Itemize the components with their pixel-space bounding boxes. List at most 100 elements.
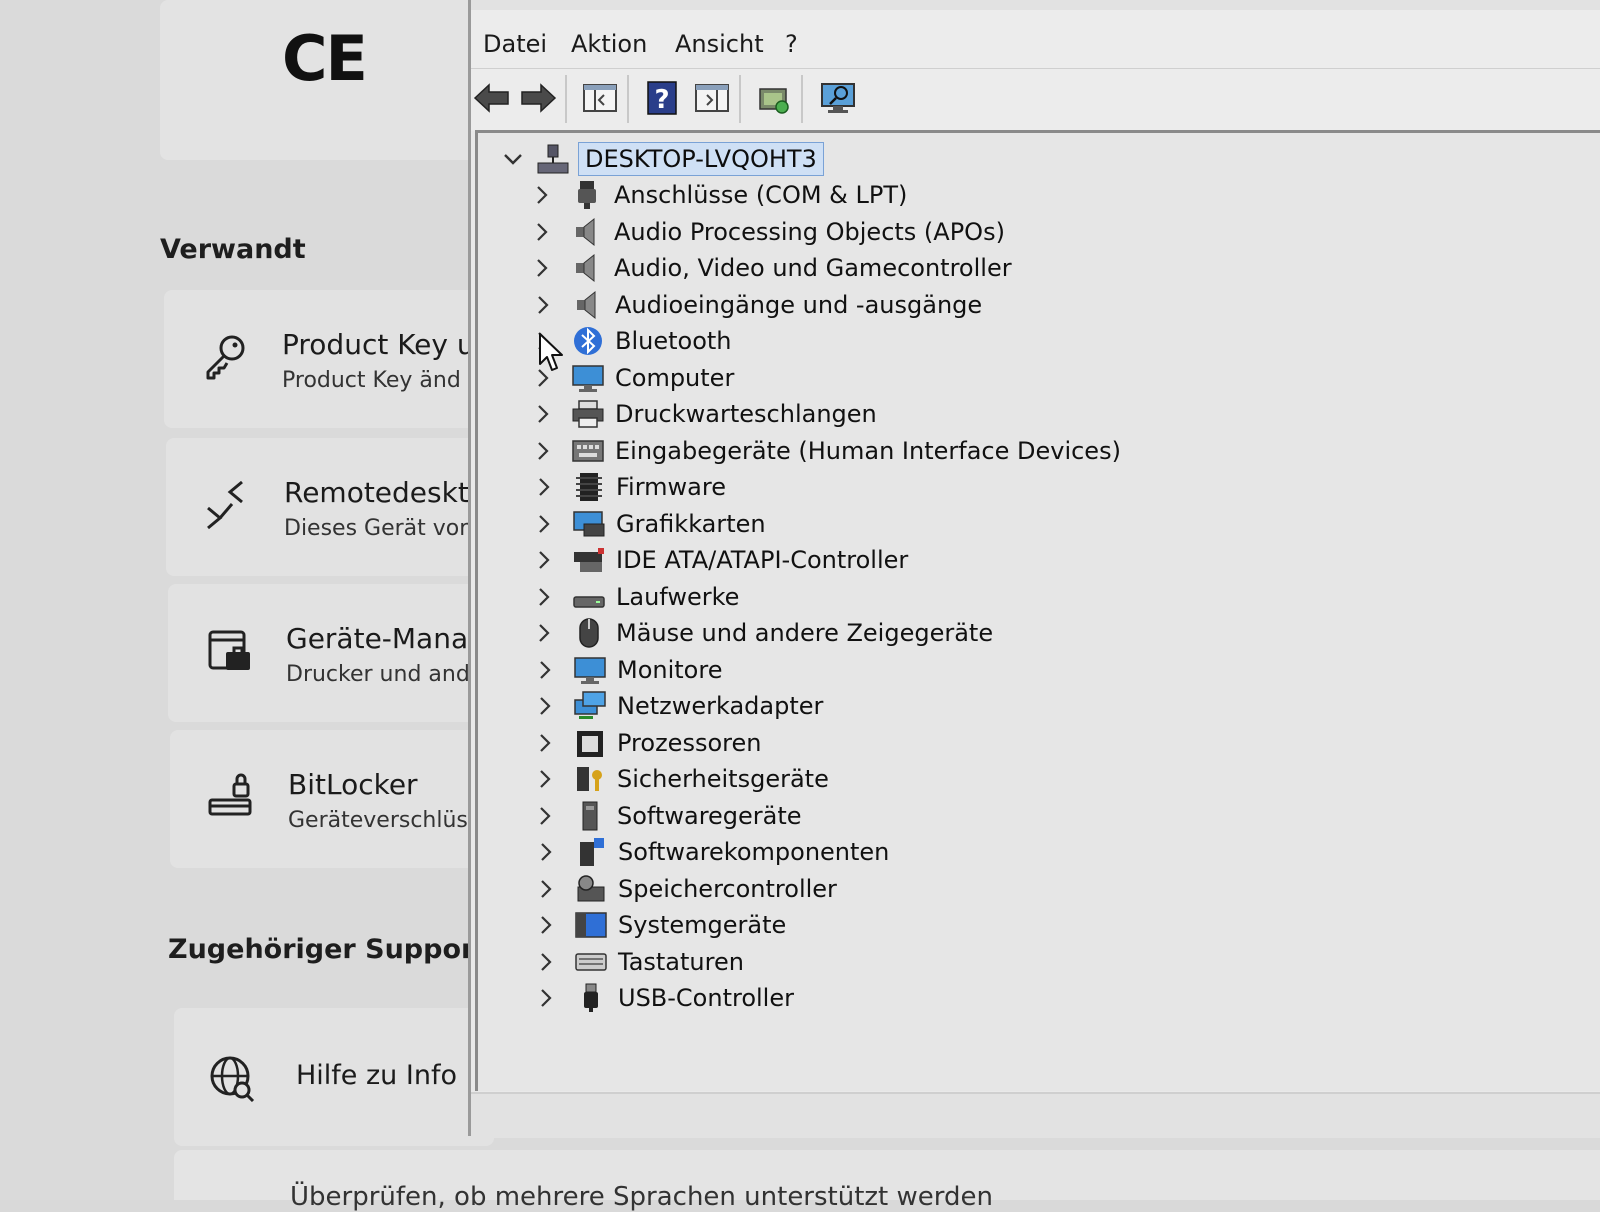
bluetooth-icon (571, 325, 605, 357)
tree-node-label: Monitore (617, 656, 723, 684)
window-titlebar[interactable] (471, 0, 1600, 10)
tree-node-mouse[interactable]: Mäuse und andere Zeigegeräte (532, 615, 993, 651)
forward-button[interactable] (517, 77, 559, 119)
tree-node-label: Netzwerkadapter (617, 692, 824, 720)
chevron-right-icon[interactable] (532, 545, 556, 575)
tree-node-security-device[interactable]: Sicherheitsgeräte (533, 761, 829, 797)
device-tree-pane: DESKTOP-LVQOHT3 Anschlüsse (COM & LPT) Au… (475, 130, 1600, 1091)
scan-hardware-button[interactable] (817, 77, 859, 119)
key-icon (206, 335, 245, 380)
tree-node-speaker[interactable]: Audio, Video und Gamecontroller (530, 250, 1012, 286)
tree-node-display-adapter[interactable]: Grafikkarten (532, 506, 766, 542)
tree-node-label: Mäuse und andere Zeigegeräte (616, 619, 994, 647)
tree-node-ide-controller[interactable]: IDE ATA/ATAPI-Controller (532, 542, 908, 578)
support-section-title: Zugehöriger Support (168, 934, 488, 965)
chevron-right-icon[interactable] (530, 217, 554, 247)
chevron-right-icon[interactable] (530, 180, 554, 210)
drive-icon (572, 581, 606, 613)
chevron-right-icon[interactable] (534, 910, 558, 940)
tree-root-label[interactable]: DESKTOP-LVQOHT3 (578, 142, 824, 176)
chevron-right-icon[interactable] (532, 618, 556, 648)
tree-node-speaker[interactable]: Audio Processing Objects (APOs) (530, 214, 1005, 250)
svg-text:?: ? (654, 85, 669, 115)
display-adapter-icon (572, 508, 606, 540)
device-manager-card[interactable]: Geräte-Manag Drucker und and (168, 584, 488, 722)
tree-node-usb[interactable]: USB-Controller (534, 980, 794, 1016)
chevron-right-icon[interactable] (532, 582, 556, 612)
help-button[interactable]: ? (641, 77, 683, 119)
chevron-right-icon[interactable] (533, 691, 557, 721)
security-device-icon (573, 763, 607, 795)
chevron-down-icon[interactable] (500, 146, 526, 172)
chevron-right-icon[interactable] (533, 801, 557, 831)
menu-bar: Datei Aktion Ansicht ? (471, 10, 1600, 68)
chevron-right-icon[interactable] (531, 399, 555, 429)
status-bar (471, 1092, 1600, 1138)
update-driver-button[interactable] (753, 77, 795, 119)
tree-node-software-device[interactable]: Softwaregeräte (533, 798, 802, 834)
software-component-icon (574, 836, 608, 868)
tree-node-speaker[interactable]: Audioeingänge und -ausgänge (531, 287, 982, 323)
tree-node-label: Speichercontroller (618, 875, 837, 903)
tree-root-node[interactable]: DESKTOP-LVQOHT3 (500, 141, 824, 177)
network-adapter-icon (573, 690, 607, 722)
chevron-right-icon[interactable] (531, 436, 555, 466)
printer-icon (571, 398, 605, 430)
tree-node-hid[interactable]: Eingabegeräte (Human Interface Devices) (531, 433, 1121, 469)
help-info-card[interactable]: Hilfe zu Info (174, 1008, 494, 1146)
chevron-right-icon[interactable] (531, 290, 555, 320)
chevron-right-icon[interactable] (534, 837, 558, 867)
back-button[interactable] (471, 77, 513, 119)
device-manager-icon (208, 630, 250, 670)
tree-node-label: Druckwarteschlangen (615, 400, 877, 428)
chevron-right-icon[interactable] (530, 253, 554, 283)
product-key-card[interactable]: Product Key u Product Key änd (164, 290, 484, 428)
tree-node-keyboard[interactable]: Tastaturen (534, 944, 744, 980)
tree-node-port[interactable]: Anschlüsse (COM & LPT) (530, 177, 907, 213)
show-hide-action-pane-button[interactable] (691, 77, 733, 119)
chevron-right-icon[interactable] (532, 509, 556, 539)
chevron-right-icon[interactable] (532, 472, 556, 502)
chevron-right-icon[interactable] (533, 728, 557, 758)
ide-controller-icon (572, 544, 606, 576)
support-link-text[interactable]: Überprüfen, ob mehrere Sprachen unterstü… (290, 1182, 993, 1212)
menu-help[interactable]: ? (785, 30, 798, 58)
chevron-right-icon[interactable] (534, 947, 558, 977)
forward-icon (521, 83, 557, 113)
tree-node-monitor[interactable]: Monitore (533, 652, 722, 688)
device-manager-window: Datei Aktion Ansicht ? ? DESKTOP-LVQOHT3… (468, 0, 1600, 1138)
show-hide-console-tree-button[interactable] (579, 77, 621, 119)
tree-node-drive[interactable]: Laufwerke (532, 579, 739, 615)
computer-tree-icon (537, 144, 569, 174)
tree-node-network-adapter[interactable]: Netzwerkadapter (533, 688, 823, 724)
ce-mark: CE (282, 22, 368, 95)
chevron-right-icon[interactable] (534, 874, 558, 904)
tree-node-label: Eingabegeräte (Human Interface Devices) (615, 437, 1121, 465)
chevron-right-icon[interactable] (534, 983, 558, 1013)
tree-node-storage-controller[interactable]: Speichercontroller (534, 871, 837, 907)
menu-datei[interactable]: Datei (483, 30, 547, 58)
chevron-right-icon[interactable] (533, 764, 557, 794)
tree-node-printer[interactable]: Druckwarteschlangen (531, 396, 877, 432)
remote-desktop-subtitle: Dieses Gerät vor (284, 516, 469, 541)
port-icon (570, 179, 604, 211)
show-hide-action-pane-icon (695, 84, 729, 112)
mouse-icon (572, 617, 606, 649)
tree-node-software-component[interactable]: Softwarekomponenten (534, 834, 889, 870)
menu-ansicht[interactable]: Ansicht (675, 30, 764, 58)
hid-icon (571, 435, 605, 467)
menu-aktion[interactable]: Aktion (571, 30, 647, 58)
tree-node-label: Softwaregeräte (617, 802, 802, 830)
tree-node-firmware[interactable]: Firmware (532, 469, 726, 505)
tree-node-label: Systemgeräte (618, 911, 787, 939)
related-section-title: Verwandt (160, 234, 306, 265)
tree-node-system-device[interactable]: Systemgeräte (534, 907, 786, 943)
toolbar-separator (801, 75, 803, 123)
tree-node-label: Computer (615, 364, 735, 392)
tree-node-processor[interactable]: Prozessoren (533, 725, 761, 761)
bitlocker-card[interactable]: BitLocker Geräteverschlüs (170, 730, 490, 868)
chevron-right-icon[interactable] (533, 655, 557, 685)
firmware-icon (572, 471, 606, 503)
remote-desktop-card[interactable]: Remotedeskto Dieses Gerät vor (166, 438, 486, 576)
bitlocker-icon (208, 773, 252, 816)
